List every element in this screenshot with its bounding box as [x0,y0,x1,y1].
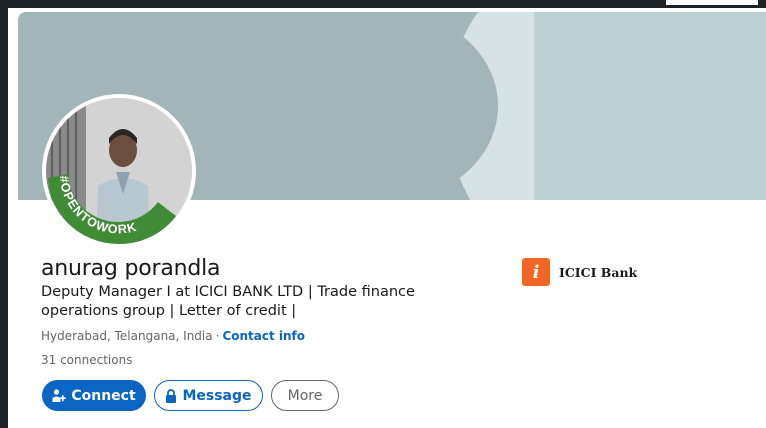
profile-card: #OPENTOWORK anurag porandla Deputy Manag… [8,8,766,428]
connections-count: 31 connections [41,353,133,367]
profile-location-line: Hyderabad, Telangana, India · Contact info [41,329,305,343]
more-button[interactable]: More [271,380,339,411]
company-name: ICICI Bank [559,264,638,280]
profile-location: Hyderabad, Telangana, India [41,329,213,343]
profile-photo[interactable]: #OPENTOWORK [42,94,196,248]
open-to-work-avatar: #OPENTOWORK [46,98,192,244]
profile-name: anurag porandla [41,256,221,281]
lock-icon [165,388,177,403]
message-button-label: Message [182,387,252,404]
contact-info-link[interactable]: Contact info [222,329,305,343]
current-company[interactable]: i ICICI Bank [522,258,637,286]
logo-letter: i [532,261,540,283]
connect-button-label: Connect [71,387,136,404]
connect-button[interactable]: Connect [42,380,146,411]
message-button[interactable]: Message [154,380,263,411]
icici-bank-logo: i [522,258,550,286]
profile-headline: Deputy Manager I at ICICI BANK LTD | Tra… [41,284,415,319]
top-strip [0,0,766,8]
separator-dot: · [215,329,220,343]
add-person-icon [52,388,67,403]
top-strip-pill [666,0,758,5]
left-border [0,0,8,428]
banner-panel [534,12,766,200]
